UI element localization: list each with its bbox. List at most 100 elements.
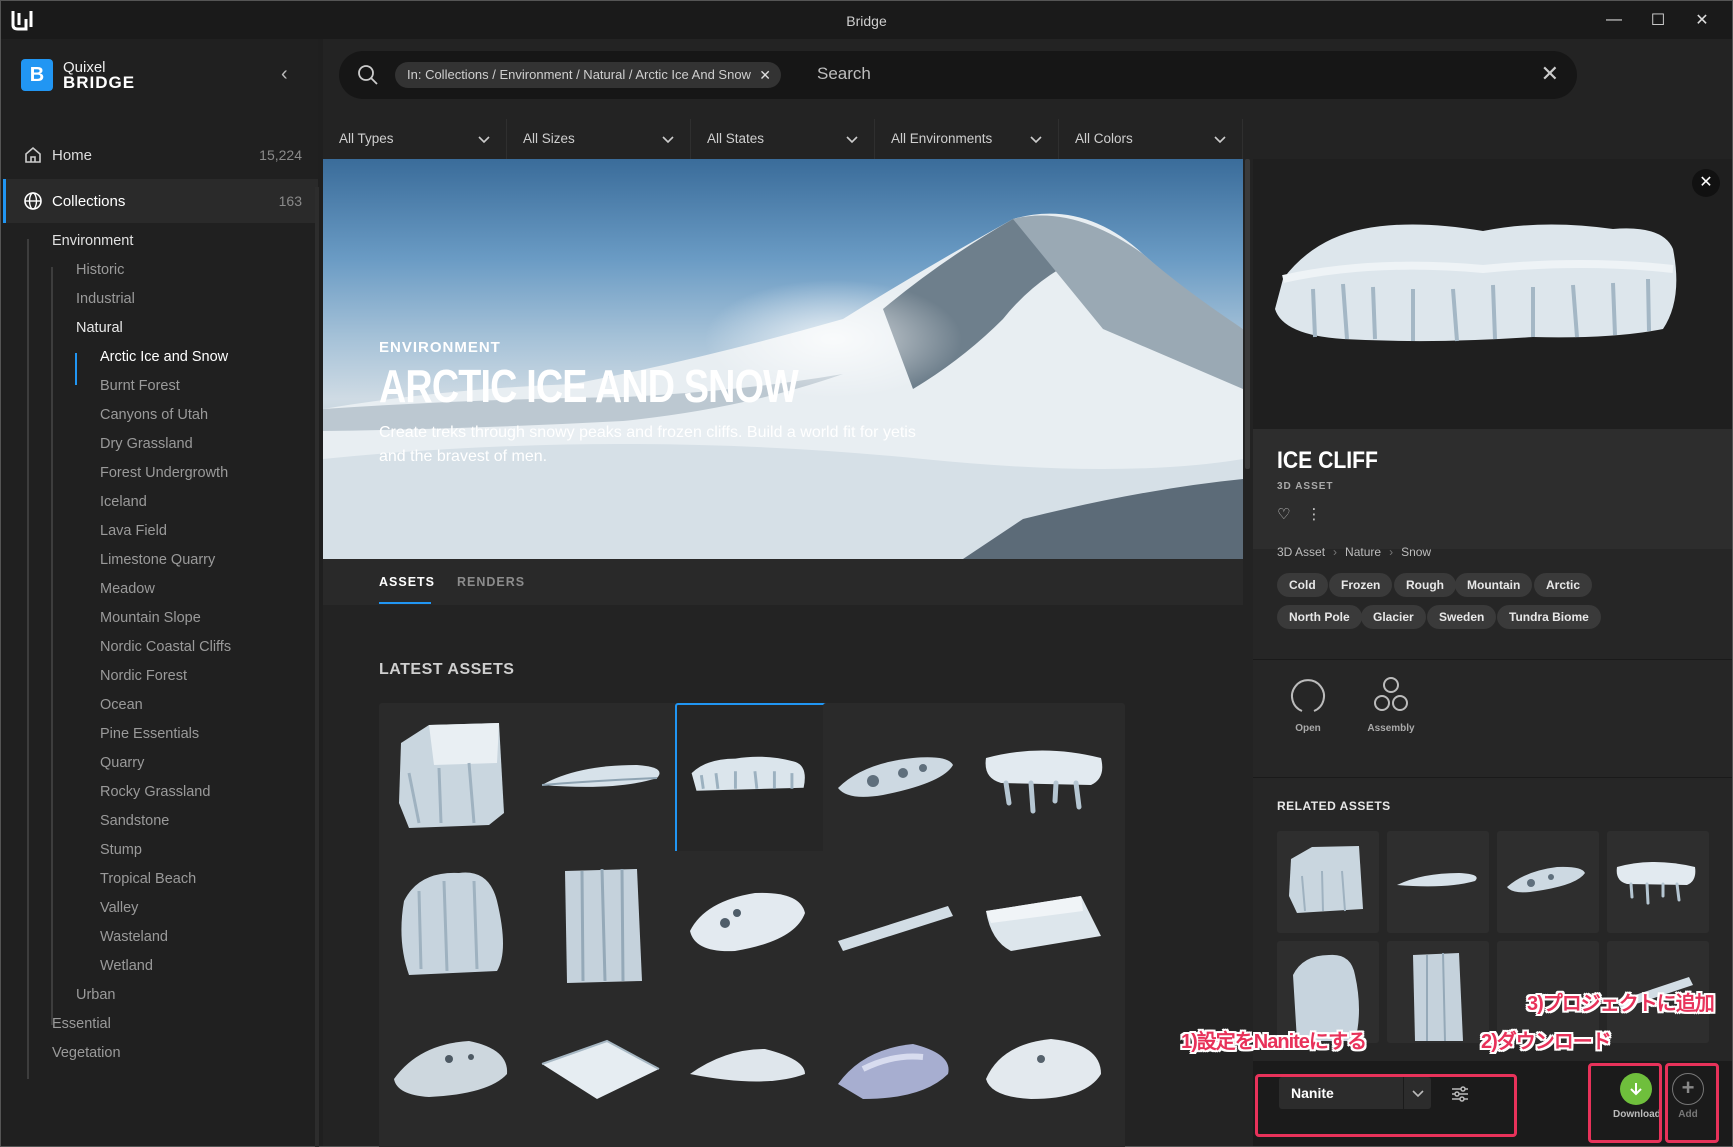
asset-thumbnail[interactable] bbox=[379, 851, 533, 1005]
nav-home[interactable]: Home 15,224 bbox=[3, 133, 318, 177]
chevron-down-icon bbox=[662, 136, 674, 144]
more-options-icon[interactable]: ⋮ bbox=[1306, 505, 1321, 523]
nav-collections-count: 163 bbox=[278, 193, 302, 209]
tree-item-vegetation[interactable]: Vegetation bbox=[52, 1037, 121, 1069]
annotation-step1: 1)設定をNaniteにする bbox=[1181, 1031, 1367, 1053]
asset-thumbnail[interactable] bbox=[379, 999, 533, 1147]
tree-item[interactable]: Mountain Slope bbox=[100, 602, 201, 634]
remove-chip-icon[interactable]: ✕ bbox=[759, 62, 771, 88]
tree-item-environment[interactable]: Environment bbox=[52, 225, 133, 257]
brand: B Quixel BRIDGE bbox=[21, 59, 135, 91]
breadcrumb-item[interactable]: Snow bbox=[1401, 545, 1431, 559]
filter-sizes[interactable]: All Sizes bbox=[507, 119, 691, 159]
tree-item[interactable]: Nordic Coastal Cliffs bbox=[100, 631, 231, 663]
tree-item[interactable]: Ocean bbox=[100, 689, 143, 721]
sidebar-scrollbar[interactable] bbox=[315, 187, 319, 1147]
close-detail-icon[interactable]: ✕ bbox=[1692, 169, 1720, 197]
asset-thumbnail[interactable] bbox=[527, 999, 681, 1147]
tag[interactable]: Sweden bbox=[1427, 605, 1497, 629]
tag[interactable]: North Pole bbox=[1277, 605, 1362, 629]
filter-environments[interactable]: All Environments bbox=[875, 119, 1059, 159]
tree-item[interactable]: Forest Undergrowth bbox=[100, 457, 228, 489]
tree-item-essential[interactable]: Essential bbox=[52, 1008, 111, 1040]
close-window-icon[interactable]: ✕ bbox=[1680, 1, 1724, 39]
assembly-tool[interactable]: Assembly bbox=[1356, 675, 1426, 734]
tree-item-arctic-ice-and-snow[interactable]: Arctic Ice and Snow bbox=[100, 341, 228, 373]
tag[interactable]: Arctic bbox=[1534, 573, 1593, 597]
asset-thumbnail[interactable] bbox=[675, 851, 829, 1005]
tag[interactable]: Glacier bbox=[1361, 605, 1426, 629]
clear-search-icon[interactable]: ✕ bbox=[1541, 61, 1559, 87]
asset-thumbnail[interactable] bbox=[823, 703, 977, 857]
content-scrollbar[interactable] bbox=[1245, 159, 1250, 469]
asset-thumbnail[interactable] bbox=[823, 999, 977, 1147]
chevron-down-icon bbox=[478, 136, 490, 144]
tree-item[interactable]: Burnt Forest bbox=[100, 370, 180, 402]
latest-assets-heading: LATEST ASSETS bbox=[379, 661, 515, 678]
tree-item[interactable]: Limestone Quarry bbox=[100, 544, 215, 576]
asset-thumbnail[interactable] bbox=[675, 999, 829, 1147]
collapse-sidebar-icon[interactable]: ‹ bbox=[281, 63, 288, 86]
asset-thumbnail[interactable] bbox=[971, 999, 1125, 1147]
search-scope-chip[interactable]: In: Collections / Environment / Natural … bbox=[395, 62, 781, 88]
tab-assets[interactable]: ASSETS bbox=[379, 575, 435, 589]
tree-item[interactable]: Valley bbox=[100, 892, 138, 924]
minimize-icon[interactable]: — bbox=[1592, 1, 1636, 39]
asset-type: 3D ASSET bbox=[1277, 481, 1334, 492]
related-asset-thumbnail[interactable] bbox=[1497, 831, 1599, 933]
filter-colors[interactable]: All Colors bbox=[1059, 119, 1243, 159]
breadcrumb-item[interactable]: 3D Asset bbox=[1277, 545, 1325, 559]
filter-label: All States bbox=[707, 131, 765, 146]
tree-item[interactable]: Lava Field bbox=[100, 515, 167, 547]
related-asset-thumbnail[interactable] bbox=[1387, 941, 1489, 1043]
tag[interactable]: Mountain bbox=[1455, 573, 1533, 597]
tree-item[interactable]: Stump bbox=[100, 834, 142, 866]
asset-thumbnail[interactable] bbox=[527, 851, 681, 1005]
nav-collections[interactable]: Collections 163 bbox=[3, 179, 318, 223]
tree-item[interactable]: Quarry bbox=[100, 747, 144, 779]
search-input[interactable]: Search bbox=[817, 64, 871, 84]
tree-item[interactable]: Sandstone bbox=[100, 805, 169, 837]
tree-item-natural[interactable]: Natural bbox=[76, 312, 123, 344]
tree-item-urban[interactable]: Urban bbox=[76, 979, 116, 1011]
tree-guide bbox=[51, 267, 53, 1025]
tree-item[interactable]: Wetland bbox=[100, 950, 153, 982]
tree-item[interactable]: Canyons of Utah bbox=[100, 399, 208, 431]
asset-thumbnail[interactable] bbox=[971, 851, 1125, 1005]
asset-thumbnail[interactable] bbox=[823, 851, 977, 1005]
tree-item[interactable]: Pine Essentials bbox=[100, 718, 199, 750]
tree-item[interactable]: Nordic Forest bbox=[100, 660, 187, 692]
breadcrumb-item[interactable]: Nature bbox=[1345, 545, 1381, 559]
tag[interactable]: Rough bbox=[1394, 573, 1456, 597]
tag[interactable]: Cold bbox=[1277, 573, 1328, 597]
asset-thumbnail[interactable] bbox=[527, 703, 681, 857]
tree-item[interactable]: Tropical Beach bbox=[100, 863, 196, 895]
selected-indicator bbox=[75, 353, 77, 385]
asset-thumbnail[interactable] bbox=[971, 703, 1125, 857]
maximize-icon[interactable]: ☐ bbox=[1636, 1, 1680, 39]
tag[interactable]: Frozen bbox=[1329, 573, 1393, 597]
tree-item[interactable]: Dry Grassland bbox=[100, 428, 193, 460]
tree-item-industrial[interactable]: Industrial bbox=[76, 283, 135, 315]
related-asset-thumbnail[interactable] bbox=[1277, 831, 1379, 933]
favorite-icon[interactable]: ♡ bbox=[1277, 505, 1290, 523]
asset-thumbnail[interactable] bbox=[379, 703, 533, 857]
tree-item-historic[interactable]: Historic bbox=[76, 254, 124, 286]
related-asset-thumbnail[interactable] bbox=[1607, 831, 1709, 933]
filter-types[interactable]: All Types bbox=[323, 119, 507, 159]
asset-thumbnail-selected[interactable] bbox=[675, 703, 829, 857]
filter-states[interactable]: All States bbox=[691, 119, 875, 159]
tab-renders[interactable]: RENDERS bbox=[457, 575, 525, 589]
tag[interactable]: Tundra Biome bbox=[1497, 605, 1601, 629]
open-tool[interactable]: Open bbox=[1273, 675, 1343, 734]
nav-home-count: 15,224 bbox=[259, 147, 302, 163]
tree-item[interactable]: Rocky Grassland bbox=[100, 776, 210, 808]
tree-item[interactable]: Meadow bbox=[100, 573, 155, 605]
annotation-step3: 3)プロジェクトに追加 bbox=[1527, 993, 1715, 1015]
tree-item[interactable]: Wasteland bbox=[100, 921, 168, 953]
related-asset-thumbnail[interactable] bbox=[1387, 831, 1489, 933]
tree-item[interactable]: Iceland bbox=[100, 486, 147, 518]
search-bar[interactable]: In: Collections / Environment / Natural … bbox=[339, 51, 1577, 99]
bridge-window: Bridge — ☐ ✕ B Quixel BRIDGE ‹ Home 15,2… bbox=[0, 0, 1733, 1147]
chevron-down-icon bbox=[1030, 136, 1042, 144]
